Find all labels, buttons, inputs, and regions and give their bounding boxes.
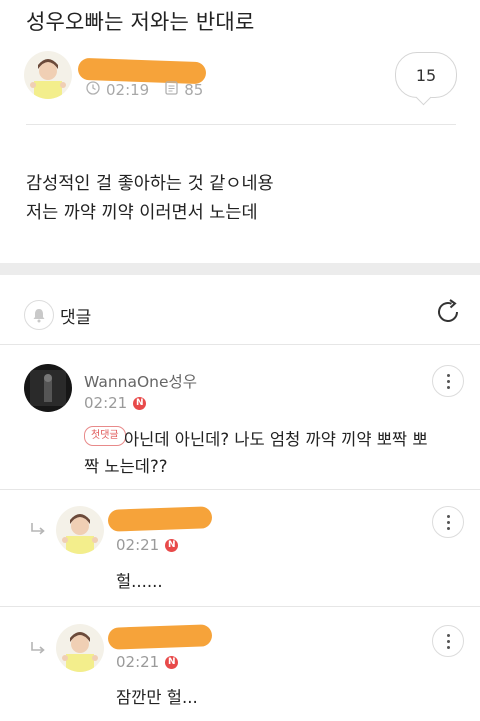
more-vert-icon[interactable] bbox=[432, 625, 464, 657]
post-time: 02:19 bbox=[106, 81, 150, 99]
comment-author[interactable]: WannaOne성우 bbox=[84, 370, 197, 392]
reply-text: 헐...... bbox=[116, 572, 163, 591]
comments-header-divider bbox=[0, 344, 480, 345]
author-avatar[interactable] bbox=[24, 51, 72, 99]
reply-avatar[interactable] bbox=[56, 624, 104, 672]
clock-icon bbox=[86, 81, 100, 99]
redacted-reply-author bbox=[107, 506, 213, 532]
reply-avatar[interactable] bbox=[56, 506, 104, 554]
document-icon bbox=[165, 81, 178, 99]
new-badge: N bbox=[165, 655, 179, 669]
header-divider bbox=[26, 124, 456, 125]
redacted-reply-author bbox=[107, 624, 213, 650]
comment-text-line-1: 아닌데 아닌데? 나도 엄청 까약 끼약 뽀짝 뽀 bbox=[124, 430, 428, 449]
post-body-line-2: 저는 까약 끼약 이러면서 노는데 bbox=[26, 203, 258, 223]
bell-icon[interactable] bbox=[24, 300, 54, 330]
new-badge: N bbox=[165, 538, 179, 552]
first-comment-badge: 첫댓글 bbox=[84, 426, 126, 446]
comment-divider bbox=[0, 489, 480, 490]
reply-arrow-icon bbox=[30, 641, 46, 660]
refresh-icon[interactable] bbox=[434, 298, 462, 330]
more-vert-icon[interactable] bbox=[432, 365, 464, 397]
section-separator bbox=[0, 263, 480, 275]
comment-text-line-2: 짝 노는데?? bbox=[84, 457, 168, 476]
comment-count: 15 bbox=[415, 65, 437, 85]
reply-time: 02:21 bbox=[116, 536, 160, 554]
post-title: 성우오빠는 저와는 반대로 bbox=[26, 10, 255, 34]
reply-time: 02:21 bbox=[116, 653, 160, 671]
view-count: 85 bbox=[184, 81, 204, 99]
comment-time: 02:21 bbox=[84, 394, 128, 412]
comments-header-label: 댓글 bbox=[60, 308, 92, 328]
more-vert-icon[interactable] bbox=[432, 506, 464, 538]
reply-arrow-icon bbox=[30, 522, 46, 541]
reply-divider bbox=[0, 606, 480, 607]
reply-text: 잠깐만 헐... bbox=[116, 688, 198, 707]
new-badge: N bbox=[133, 396, 147, 410]
post-body-line-1: 감성적인 걸 좋아하는 것 같ㅇ네용 bbox=[26, 174, 274, 194]
comment-count-button[interactable]: 15 bbox=[395, 52, 457, 98]
commenter-avatar[interactable] bbox=[24, 364, 72, 412]
